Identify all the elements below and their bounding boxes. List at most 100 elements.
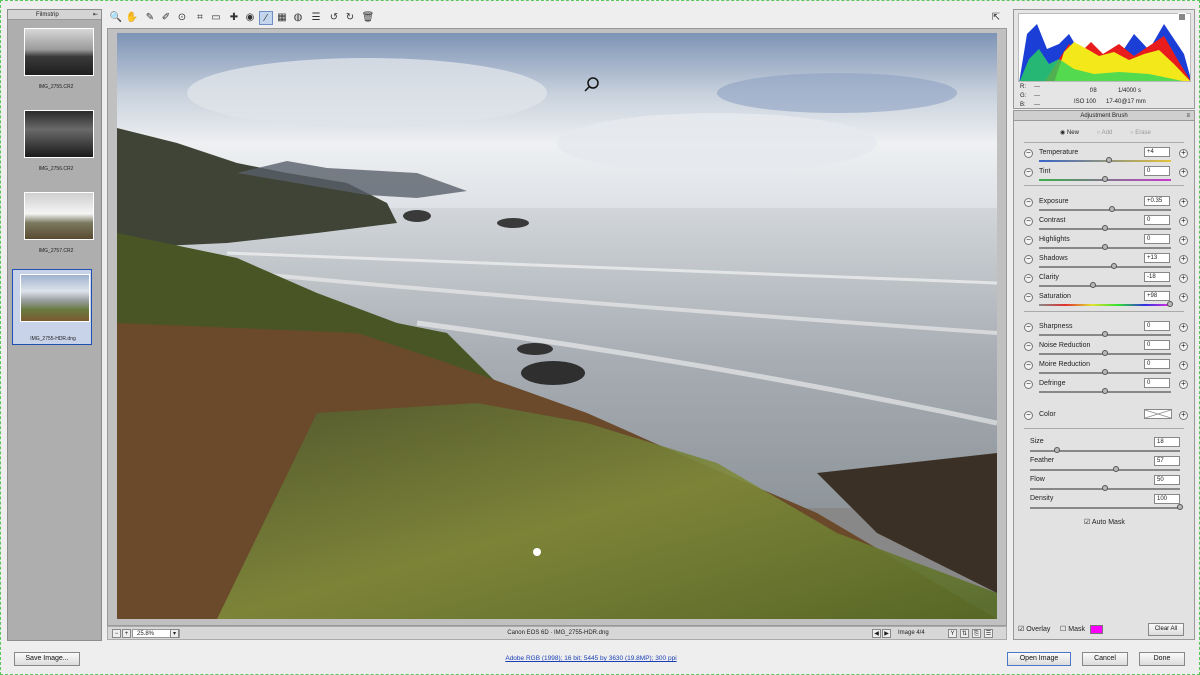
mode-erase-radio[interactable]: ○ Erase [1130, 130, 1159, 136]
minus-icon[interactable]: − [1024, 168, 1033, 177]
slider-thumb[interactable] [1102, 176, 1108, 182]
crop-icon[interactable]: ⌗ [193, 11, 207, 25]
color-sampler-icon[interactable]: ✐ [159, 11, 173, 25]
plus-icon[interactable]: + [1179, 236, 1188, 245]
slider-value-input[interactable]: +13 [1144, 253, 1170, 263]
spot-removal-icon[interactable]: ✚ [227, 11, 241, 25]
slider-track[interactable] [1030, 507, 1180, 509]
slider-track[interactable] [1039, 209, 1171, 211]
minus-icon[interactable]: − [1024, 236, 1033, 245]
workflow-options-link[interactable]: Adobe RGB (1998); 16 bit; 5445 by 3630 (… [401, 655, 781, 662]
slider-thumb[interactable] [1105, 157, 1112, 163]
plus-icon[interactable]: + [1179, 217, 1188, 226]
slider-value-input[interactable]: 0 [1144, 359, 1170, 369]
targeted-adjustment-icon[interactable]: ⊙ [175, 11, 189, 25]
hand-icon[interactable]: ✋ [125, 11, 139, 25]
slider-thumb[interactable] [1111, 263, 1118, 269]
slider-track[interactable] [1039, 304, 1171, 306]
slider-value-input[interactable]: 0 [1144, 215, 1170, 225]
slider-value-input[interactable]: 0 [1144, 234, 1170, 244]
clear-all-button[interactable]: Clear All [1148, 623, 1184, 636]
filmstrip-thumb-selected[interactable]: IMG_2755-HDR.dng [12, 269, 92, 345]
mode-new-radio[interactable]: ◉ New [1060, 130, 1087, 136]
filmstrip-thumb[interactable]: IMG_2757.CR2 [16, 188, 96, 258]
eyedropper-icon[interactable]: ✎ [143, 11, 157, 25]
minus-icon[interactable]: − [1024, 380, 1033, 389]
mode-add-radio[interactable]: ○ Add [1097, 130, 1121, 136]
slider-value-input[interactable]: 0 [1144, 340, 1170, 350]
slider-value-input[interactable]: +4 [1144, 147, 1170, 157]
slider-thumb[interactable] [1102, 331, 1108, 337]
chevron-down-icon[interactable]: ▾ [170, 629, 179, 638]
slider-value-input[interactable]: 0 [1144, 378, 1170, 388]
minus-icon[interactable]: − [1024, 255, 1033, 264]
next-image-button[interactable]: ▶ [882, 629, 891, 638]
minus-icon[interactable]: − [1024, 217, 1033, 226]
minus-icon[interactable]: − [1024, 293, 1033, 302]
save-image-button[interactable]: Save Image... [14, 652, 80, 666]
mask-color-swatch[interactable] [1090, 625, 1103, 634]
slider-track[interactable] [1039, 266, 1171, 268]
slider-thumb[interactable] [1177, 504, 1183, 510]
plus-icon[interactable]: + [1179, 342, 1188, 351]
minus-icon[interactable]: − [1024, 198, 1033, 207]
plus-icon[interactable]: + [1179, 198, 1188, 207]
slider-thumb[interactable] [1102, 225, 1108, 231]
minus-icon[interactable]: − [1024, 342, 1033, 351]
color-swatch[interactable] [1144, 409, 1172, 419]
plus-icon[interactable]: + [1179, 411, 1188, 420]
fullscreen-icon[interactable]: ⇱ [989, 11, 1003, 25]
preview-image[interactable] [117, 33, 997, 619]
plus-icon[interactable]: + [1179, 255, 1188, 264]
red-eye-icon[interactable]: ◉ [243, 11, 257, 25]
plus-icon[interactable]: + [1179, 323, 1188, 332]
slider-thumb[interactable] [1108, 206, 1115, 212]
minus-icon[interactable]: − [1024, 411, 1033, 420]
highlight-clipping-icon[interactable] [1178, 13, 1186, 21]
copy-settings-icon[interactable]: ⎘ [972, 629, 981, 638]
preferences-icon[interactable]: ☰ [309, 11, 323, 25]
previous-image-button[interactable]: ◀ [872, 629, 881, 638]
panel-menu-icon[interactable]: ≡ [1186, 111, 1190, 121]
swap-settings-icon[interactable]: ⇅ [960, 629, 969, 638]
slider-thumb[interactable] [1090, 282, 1097, 288]
plus-icon[interactable]: + [1179, 380, 1188, 389]
cancel-button[interactable]: Cancel [1082, 652, 1128, 666]
plus-icon[interactable]: + [1179, 361, 1188, 370]
overlay-checkbox[interactable]: ☑ Overlay [1018, 625, 1050, 633]
plus-icon[interactable]: + [1179, 149, 1188, 158]
brush-value-input[interactable]: 100 [1154, 494, 1180, 504]
brush-value-input[interactable]: 18 [1154, 437, 1180, 447]
trash-icon[interactable]: 🗑 [361, 11, 375, 25]
slider-thumb[interactable] [1102, 485, 1108, 491]
minus-icon[interactable]: − [1024, 323, 1033, 332]
filmstrip-thumb[interactable]: IMG_2755.CR2 [16, 24, 96, 94]
slider-thumb[interactable] [1112, 466, 1119, 472]
zoom-out-button[interactable]: − [112, 629, 121, 638]
mask-checkbox[interactable]: ☐ Mask [1060, 625, 1085, 633]
plus-icon[interactable]: + [1179, 274, 1188, 283]
slider-value-input[interactable]: 0 [1144, 321, 1170, 331]
minus-icon[interactable]: − [1024, 274, 1033, 283]
slider-thumb[interactable] [1054, 447, 1060, 453]
radial-filter-icon[interactable]: ◍ [291, 11, 305, 25]
zoom-icon[interactable]: 🔍 [109, 11, 123, 25]
zoom-in-button[interactable]: + [122, 629, 131, 638]
slider-value-input[interactable]: 0 [1144, 166, 1170, 176]
brush-value-input[interactable]: 50 [1154, 475, 1180, 485]
open-image-button[interactable]: Open Image [1007, 652, 1071, 666]
slider-thumb[interactable] [1102, 244, 1108, 250]
slider-thumb[interactable] [1166, 301, 1173, 307]
rotate-right-icon[interactable]: ↻ [343, 11, 357, 25]
done-button[interactable]: Done [1139, 652, 1185, 666]
before-after-y-icon[interactable]: Y [948, 629, 957, 638]
slider-thumb[interactable] [1102, 350, 1108, 356]
graduated-filter-icon[interactable]: ▦ [275, 11, 289, 25]
minus-icon[interactable]: − [1024, 149, 1033, 158]
minus-icon[interactable]: − [1024, 361, 1033, 370]
slider-value-input[interactable]: +0.35 [1144, 196, 1170, 206]
slider-track[interactable] [1030, 450, 1180, 452]
filmstrip-thumb[interactable]: IMG_2756.CR2 [16, 106, 96, 176]
slider-thumb[interactable] [1102, 369, 1108, 375]
preview-preferences-icon[interactable]: ☰ [984, 629, 993, 638]
